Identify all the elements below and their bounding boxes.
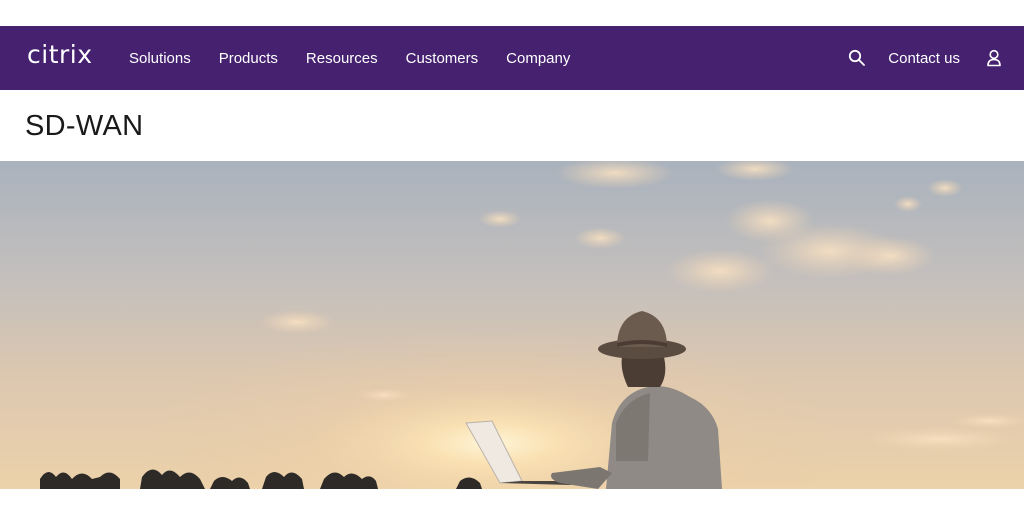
user-icon[interactable] — [986, 49, 1002, 67]
hero-image — [0, 161, 1024, 489]
primary-nav: Solutions Products Resources Customers C… — [129, 26, 598, 90]
contact-us-link[interactable]: Contact us — [888, 50, 960, 67]
nav-item-company[interactable]: Company — [506, 50, 570, 67]
page-title: SD-WAN — [25, 110, 144, 142]
nav-item-products[interactable]: Products — [219, 50, 278, 67]
nav-item-customers[interactable]: Customers — [406, 50, 479, 67]
top-navigation-bar: citrix Solutions Products Resources Cust… — [0, 26, 1024, 90]
search-icon[interactable] — [848, 49, 866, 67]
nav-item-resources[interactable]: Resources — [306, 50, 378, 67]
nav-utilities: Contact us — [848, 26, 1002, 90]
nav-item-solutions[interactable]: Solutions — [129, 50, 191, 67]
citrix-logo[interactable]: citrix — [27, 40, 93, 69]
